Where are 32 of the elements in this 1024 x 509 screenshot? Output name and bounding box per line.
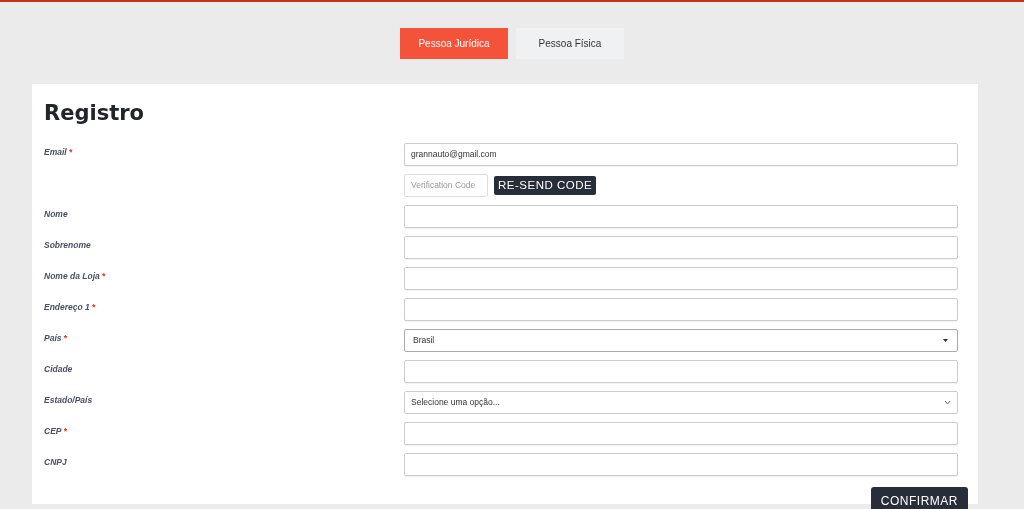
required-mark: * <box>63 425 67 436</box>
field-label: Sobrenome <box>44 239 91 250</box>
field-label: País <box>44 332 62 343</box>
input-field[interactable] <box>404 266 958 290</box>
field-label: Endereço 1 <box>44 301 90 312</box>
required-mark: * <box>101 270 106 281</box>
field-label: Email <box>44 146 67 157</box>
required-mark: * <box>68 146 72 157</box>
input-field[interactable] <box>404 235 958 259</box>
caret-icon <box>944 399 951 405</box>
form-title: Registro <box>44 100 145 127</box>
input-field[interactable] <box>404 297 958 321</box>
input-field[interactable]: grannauto@gmail.com <box>404 142 958 166</box>
required-mark: * <box>63 332 67 343</box>
tab[interactable]: Pessoa Física <box>516 28 624 59</box>
caret-icon <box>942 337 949 343</box>
field-label: Nome <box>44 208 68 219</box>
field-label: Estado/País <box>44 394 93 405</box>
input-field[interactable] <box>404 421 958 445</box>
confirm-button[interactable]: CONFIRMAR <box>870 486 968 509</box>
input-field[interactable] <box>404 204 958 228</box>
field-label: Cidade <box>44 363 73 374</box>
select-field[interactable]: Brasil <box>404 328 958 352</box>
field-label: CNPJ <box>44 456 67 467</box>
resend-button[interactable]: RE-SEND CODE <box>494 175 597 195</box>
required-mark: * <box>91 301 96 312</box>
field-label: Nome da Loja <box>44 270 100 281</box>
select-field[interactable]: Selecione uma opção... <box>404 390 958 414</box>
field-label: CEP <box>44 425 62 436</box>
code-field[interactable]: Verification Code <box>404 173 488 197</box>
input-field[interactable] <box>404 359 958 383</box>
input-field[interactable] <box>404 452 958 476</box>
